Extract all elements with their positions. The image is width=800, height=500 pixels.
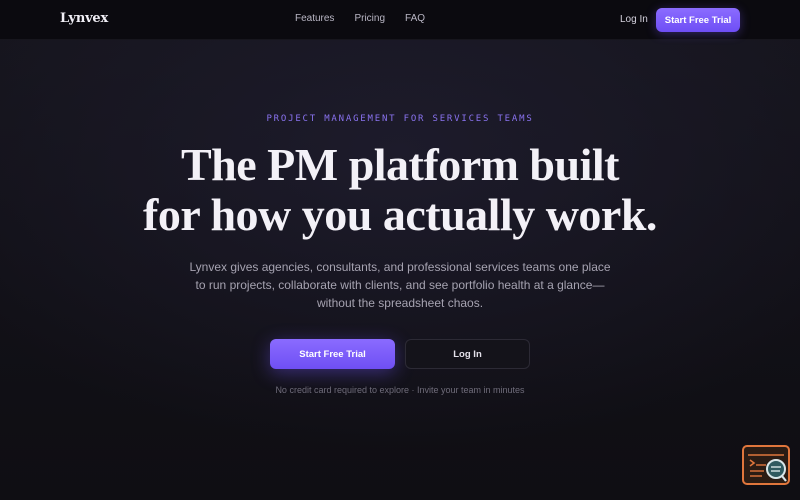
terminal-search-icon	[748, 454, 787, 482]
hero-headline: The PM platform built for how you actual…	[0, 140, 800, 240]
hero-eyebrow: PROJECT MANAGEMENT FOR SERVICES TEAMS	[266, 114, 534, 124]
start-free-trial-button[interactable]: Start Free Trial	[270, 339, 395, 369]
nav-links: Features Pricing FAQ	[0, 13, 720, 24]
landing-page: Lynvex Features Pricing FAQ Log In Start…	[0, 0, 800, 500]
hero-subheading: Lynvex gives agencies, consultants, and …	[189, 260, 611, 310]
nav-start-trial-button[interactable]: Start Free Trial	[656, 8, 740, 32]
log-in-button[interactable]: Log In	[405, 339, 530, 369]
top-nav: Lynvex Features Pricing FAQ Log In Start…	[0, 0, 800, 40]
hero-headline-line-2: for how you actually work.	[143, 189, 657, 240]
nav-link-features[interactable]: Features	[295, 13, 334, 24]
nav-link-pricing[interactable]: Pricing	[354, 13, 385, 24]
hero-headline-line-1: The PM platform built	[181, 139, 619, 190]
nav-link-faq[interactable]: FAQ	[405, 13, 425, 24]
terminal-search-widget[interactable]	[742, 445, 790, 485]
nav-login-link[interactable]: Log In	[620, 14, 648, 25]
hero-note: No credit card required to explore · Inv…	[275, 385, 525, 395]
